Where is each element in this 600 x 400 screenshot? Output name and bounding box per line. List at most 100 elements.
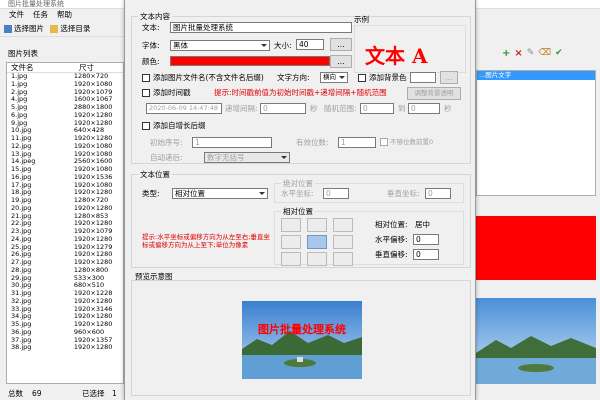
file-row[interactable]: 4.jpg 1600×1067 bbox=[7, 96, 123, 104]
file-size: 1920×1280 bbox=[73, 344, 113, 352]
select-image-button[interactable]: 选择图片 bbox=[4, 22, 44, 36]
file-row[interactable]: 6.jpg 1920×1280 bbox=[7, 112, 123, 120]
file-row[interactable]: 32.jpg 1920×1280 bbox=[7, 298, 123, 306]
position-cell[interactable] bbox=[333, 235, 353, 249]
column-size[interactable]: 尺寸 bbox=[75, 63, 94, 72]
file-row[interactable]: 28.jpg 1280×800 bbox=[7, 267, 123, 275]
file-row[interactable]: 37.jpg 1920×1357 bbox=[7, 337, 123, 345]
file-row[interactable]: 30.jpg 680×510 bbox=[7, 282, 123, 290]
add-bg-checkbox[interactable] bbox=[358, 74, 366, 82]
file-row[interactable]: 20.jpg 1920×1280 bbox=[7, 205, 123, 213]
clear-icon[interactable]: ⌫ bbox=[538, 48, 551, 59]
start-input[interactable]: 1 bbox=[192, 137, 272, 148]
position-type-select[interactable]: 相对位置 bbox=[172, 188, 268, 199]
text-input[interactable]: 图片批量处理系统 bbox=[170, 22, 352, 33]
file-row[interactable]: 10.jpg 640×428 bbox=[7, 127, 123, 135]
file-row[interactable]: 13.jpg 1920×1080 bbox=[7, 151, 123, 159]
file-row[interactable]: 33.jpg 1920×3146 bbox=[7, 306, 123, 314]
menu-task[interactable]: 任务 bbox=[33, 10, 48, 19]
file-name: 17.jpg bbox=[11, 181, 32, 189]
add-time-label: 添加时间戳 bbox=[153, 88, 191, 97]
file-row[interactable]: 23.jpg 1920×1079 bbox=[7, 228, 123, 236]
h-coord-label: 水平坐标: bbox=[281, 189, 314, 198]
file-row[interactable]: 15.jpg 1920×1080 bbox=[7, 166, 123, 174]
v-coord-input[interactable]: 0 bbox=[425, 188, 451, 199]
position-cell[interactable] bbox=[281, 218, 301, 232]
select-folder-button[interactable]: 选择目录 bbox=[50, 22, 90, 36]
file-row[interactable]: 1.jpg 1280×720 bbox=[7, 73, 123, 81]
file-row[interactable]: 14.jpeg 2560×1600 bbox=[7, 158, 123, 166]
size-input[interactable]: 40 bbox=[296, 39, 324, 50]
file-row[interactable]: 36.jpg 960×600 bbox=[7, 329, 123, 337]
file-row[interactable]: 38.jpg 1920×1280 bbox=[7, 344, 123, 352]
h-coord-input[interactable]: 0 bbox=[323, 188, 349, 199]
file-row[interactable]: 1.jpg 1920×1080 bbox=[7, 81, 123, 89]
add-filename-label: 添加图片文件名(不含文件名后缀) bbox=[153, 73, 264, 82]
confirm-icon[interactable]: ✔ bbox=[555, 48, 563, 59]
file-row[interactable]: 24.jpg 1920×1280 bbox=[7, 236, 123, 244]
file-row[interactable]: 2.jpg 1920×1079 bbox=[7, 89, 123, 97]
delete-icon[interactable]: × bbox=[514, 48, 522, 59]
color-more-button[interactable]: ... bbox=[330, 55, 352, 68]
position-cell[interactable] bbox=[281, 252, 301, 266]
font-more-button[interactable]: ... bbox=[330, 38, 352, 51]
interval-input[interactable]: 0 bbox=[260, 103, 306, 114]
file-row[interactable]: 5.jpg 2880×1800 bbox=[7, 104, 123, 112]
mode-select[interactable]: 数字无括号 bbox=[204, 152, 290, 163]
time-input[interactable]: 2020-06-09 14:47:48 bbox=[146, 103, 222, 114]
add-time-checkbox[interactable] bbox=[142, 89, 150, 97]
menu-file[interactable]: 文件 bbox=[9, 10, 24, 19]
file-row[interactable]: 27.jpg 1920×1280 bbox=[7, 259, 123, 267]
position-type-label: 类型: bbox=[142, 189, 160, 198]
digits-input[interactable]: 1 bbox=[338, 137, 376, 148]
file-row[interactable]: 18.jpg 1920×1280 bbox=[7, 189, 123, 197]
no-fill-checkbox[interactable] bbox=[380, 138, 388, 146]
bg-color-input[interactable] bbox=[410, 72, 436, 83]
add-filename-checkbox[interactable] bbox=[142, 74, 150, 82]
v-offset-input[interactable]: 0 bbox=[413, 249, 439, 260]
bg-more-button[interactable]: ... bbox=[440, 71, 458, 84]
file-row[interactable]: 31.jpg 1920×1228 bbox=[7, 290, 123, 298]
time-hint: 提示:时间戳前值为初始时间戳+递增间隔+随机范围 bbox=[214, 88, 387, 97]
edit-icon[interactable]: ✎ bbox=[527, 48, 535, 59]
direction-select[interactable]: 横向 bbox=[320, 72, 348, 83]
task-list[interactable]: ...图片文字 bbox=[476, 70, 596, 196]
bg-opacity-button[interactable]: 调整背景透明 bbox=[407, 87, 461, 100]
add-icon[interactable]: + bbox=[502, 48, 510, 59]
file-row[interactable]: 12.jpg 1920×1080 bbox=[7, 143, 123, 151]
position-cell[interactable] bbox=[307, 252, 327, 266]
absolute-position-group: 绝对位置 水平坐标: 0 垂直坐标: 0 bbox=[274, 179, 464, 203]
random-to-input[interactable]: 0 bbox=[408, 103, 440, 114]
file-name: 11.jpg bbox=[11, 135, 32, 142]
position-cell[interactable] bbox=[307, 235, 327, 249]
file-size: 1920×1279 bbox=[73, 243, 113, 251]
position-cell[interactable] bbox=[333, 218, 353, 232]
file-row[interactable]: 17.jpg 1920×1080 bbox=[7, 182, 123, 190]
file-row[interactable]: 19.jpg 1280×720 bbox=[7, 197, 123, 205]
file-row[interactable]: 11.jpg 1920×1280 bbox=[7, 135, 123, 143]
font-select[interactable]: 黑体 bbox=[170, 40, 270, 51]
file-row[interactable]: 29.jpg 533×300 bbox=[7, 275, 123, 283]
menu-help[interactable]: 帮助 bbox=[57, 10, 72, 19]
position-cell[interactable] bbox=[307, 218, 327, 232]
add-increment-checkbox[interactable] bbox=[142, 122, 150, 130]
file-row[interactable]: 25.jpg 1920×1279 bbox=[7, 244, 123, 252]
file-list[interactable]: 文件名 尺寸 1.jpg 1280×720 1.jpg 1920×1080 2.jpg 19… bbox=[6, 62, 124, 384]
file-row[interactable]: 26.jpg 1920×1280 bbox=[7, 251, 123, 259]
file-size: 1920×1280 bbox=[73, 297, 113, 305]
file-row[interactable]: 21.jpg 1280×853 bbox=[7, 213, 123, 221]
file-name: 28.jpg bbox=[11, 266, 32, 274]
position-cell[interactable] bbox=[333, 252, 353, 266]
file-row[interactable]: 35.jpg 1920×1280 bbox=[7, 321, 123, 329]
h-offset-input[interactable]: 0 bbox=[413, 234, 439, 245]
file-row[interactable]: 34.jpg 1920×1280 bbox=[7, 313, 123, 321]
file-row[interactable]: 9.jpg 1920×1280 bbox=[7, 120, 123, 128]
color-swatch[interactable] bbox=[170, 56, 330, 66]
position-cell[interactable] bbox=[281, 235, 301, 249]
column-filename[interactable]: 文件名 bbox=[7, 63, 75, 72]
file-name: 10.jpg bbox=[11, 127, 32, 135]
random-from-input[interactable]: 0 bbox=[360, 103, 394, 114]
file-row[interactable]: 16.jpg 1920×1536 bbox=[7, 174, 123, 182]
file-row[interactable]: 22.jpg 1920×1280 bbox=[7, 220, 123, 228]
task-list-item[interactable]: ...图片文字 bbox=[477, 71, 595, 80]
